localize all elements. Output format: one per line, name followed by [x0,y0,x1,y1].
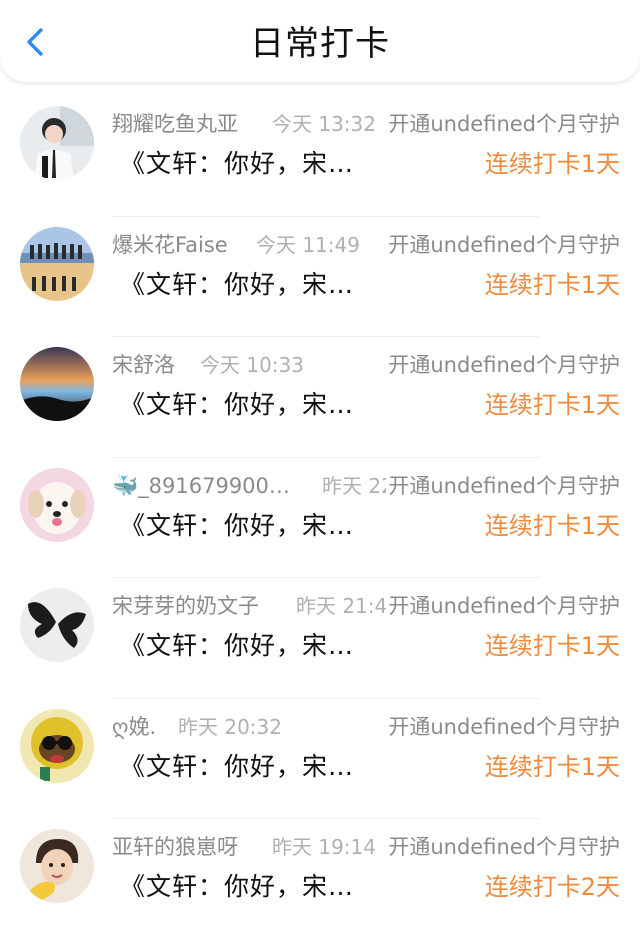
checkin-time: 昨天 19:14 [272,835,376,859]
avatar[interactable] [20,467,94,542]
user-name[interactable]: ღ娩. [112,711,156,743]
page-title: 日常打卡 [250,24,390,64]
checkin-item[interactable]: 宋芽芽的奶文子 昨天 21:49 开通undefined个月守护 《文轩：你好，… [0,578,640,699]
streak-label: 连续打卡1天 [484,511,620,540]
checkin-time: 今天 13:32 [272,112,376,136]
avatar[interactable] [20,106,94,180]
message-preview: 《文轩：你好，宋… [120,390,355,419]
checkin-time: 昨天 21:49 [296,594,400,618]
checkin-item[interactable]: 爆米花Faise 今天 11:49 开通undefined个月守护 《文轩：你好… [0,217,640,337]
guard-badge: 开通undefined个月守护 [386,349,620,381]
guard-badge: 开通undefined个月守护 [386,228,620,261]
checkin-time: 昨天 20:32 [178,714,282,739]
checkin-item[interactable]: ღ娩. 昨天 20:32 开通undefined个月守护 《文轩：你好，宋… 连… [0,699,640,819]
checkin-item[interactable]: 亚轩的狼崽呀 昨天 19:14 开通undefined个月守护 《文轩：你好，宋… [0,819,640,940]
user-name[interactable]: 宋芽芽的奶文子 [112,590,259,622]
streak-label: 连续打卡2天 [484,873,620,901]
message-preview: 《文轩：你好，宋… [120,751,355,781]
message-preview: 《文轩：你好，宋… [120,510,355,540]
user-name[interactable]: 🐳_891679900… [112,470,290,502]
checkin-item[interactable]: 翔耀吃鱼丸亚 今天 13:32 开通undefined个月守护 《文轩：你好，宋… [0,96,640,217]
message-preview: 《文轩：你好，宋… [120,149,355,178]
streak-label: 连续打卡1天 [484,632,620,660]
user-name[interactable]: 宋舒洛 [112,349,175,381]
avatar[interactable] [20,226,94,301]
user-name[interactable]: 爆米花Faise [112,229,228,261]
guard-badge: 开通undefined个月守护 [386,710,620,743]
checkin-list: 翔耀吃鱼丸亚 今天 13:32 开通undefined个月守护 《文轩：你好，宋… [0,96,640,940]
whale-icon: 🐳 [112,473,139,498]
checkin-time: 今天 10:33 [200,353,304,377]
guard-badge: 开通undefined个月守护 [386,469,620,502]
avatar[interactable] [20,347,94,421]
checkin-time: 今天 11:49 [256,232,360,257]
streak-label: 连续打卡1天 [484,150,620,178]
message-preview: 《文轩：你好，宋… [120,269,355,299]
streak-label: 连续打卡1天 [484,391,620,419]
guard-badge: 开通undefined个月守护 [386,590,620,622]
guard-badge: 开通undefined个月守护 [386,831,620,863]
message-preview: 《文轩：你好，宋… [120,872,355,901]
avatar[interactable] [20,708,94,783]
streak-label: 连续打卡1天 [484,752,620,781]
guard-badge: 开通undefined个月守护 [386,108,620,140]
streak-label: 连续打卡1天 [484,270,620,299]
avatar[interactable] [20,829,94,903]
avatar[interactable] [20,588,94,662]
message-preview: 《文轩：你好，宋… [120,631,355,660]
checkin-item[interactable]: 🐳_891679900… 昨天 22:01 开通undefined个月守护 《文… [0,458,640,578]
user-name[interactable]: 亚轩的狼崽呀 [112,831,238,863]
user-name[interactable]: 翔耀吃鱼丸亚 [112,108,238,140]
checkin-item[interactable]: 宋舒洛 今天 10:33 开通undefined个月守护 《文轩：你好，宋… 连… [0,337,640,458]
top-bar: 日常打卡 [0,0,640,82]
